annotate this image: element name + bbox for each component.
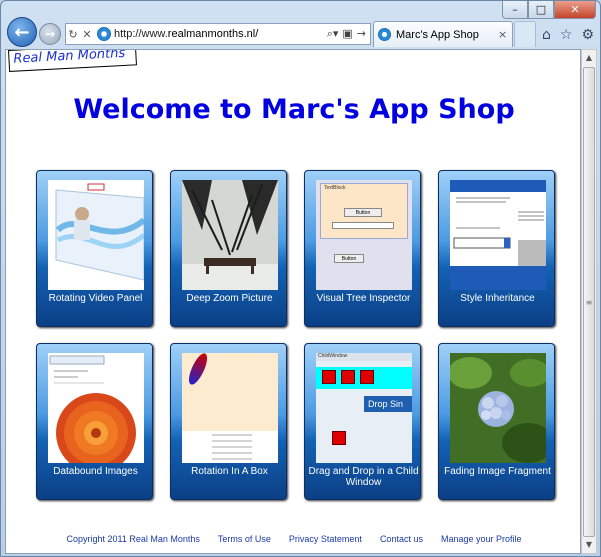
app-thumbnail: ChildWindow Drop Sin xyxy=(316,353,412,463)
app-thumbnail xyxy=(182,353,278,463)
app-label: Rotating Video Panel xyxy=(48,293,143,304)
thumb-button-2: Button xyxy=(334,254,364,263)
app-thumbnail xyxy=(182,180,278,290)
app-label: Visual Tree Inspector xyxy=(316,293,411,304)
app-tile-drag-and-drop-child-window[interactable]: ChildWindow Drop Sin Drag and Drop in a … xyxy=(304,343,421,500)
search-icon[interactable]: ⌕▾ xyxy=(327,27,339,41)
scroll-up-icon[interactable]: ▲ xyxy=(582,50,596,66)
vertical-scrollbar[interactable]: ▲ ≡ ▼ xyxy=(581,49,597,554)
footer-link-contact[interactable]: Contact us xyxy=(380,534,423,544)
back-button[interactable]: ← xyxy=(7,17,37,47)
app-thumbnail xyxy=(450,353,546,463)
refresh-icon[interactable]: ↻ xyxy=(66,28,80,41)
app-thumbnail xyxy=(48,180,144,290)
address-url[interactable]: http://www.realmanmonths.nl/ xyxy=(114,28,327,40)
app-tile-rotation-in-a-box[interactable]: Rotation In A Box xyxy=(170,343,287,500)
tab-marcs-app-shop[interactable]: Marc's App Shop × xyxy=(373,21,513,47)
navigation-bar: ← → ↻ ✕ http://www.realmanmonths.nl/ ⌕▾ … xyxy=(5,15,596,49)
favorites-icon[interactable]: ☆ xyxy=(560,27,573,43)
page-footer: Copyright 2011 Real Man Months Terms of … xyxy=(6,534,580,544)
page-content: Real Man Months Welcome to Marc's App Sh… xyxy=(5,49,581,554)
site-logo[interactable]: Real Man Months xyxy=(8,50,137,72)
thumb-drop-sign: Drop Sin xyxy=(364,396,412,412)
app-tile-visual-tree-inspector[interactable]: TextBlock Button Button Visual Tree Insp… xyxy=(304,170,421,327)
home-icon[interactable]: ⌂ xyxy=(542,27,551,43)
go-icon[interactable]: → xyxy=(357,27,366,41)
compatibility-icon[interactable]: ▣ xyxy=(342,27,352,41)
forward-icon: → xyxy=(44,27,56,41)
scrollbar-thumb[interactable]: ≡ xyxy=(583,67,595,537)
scroll-down-icon[interactable]: ▼ xyxy=(582,537,596,553)
page-title: Welcome to Marc's App Shop xyxy=(73,94,515,125)
app-label: Style Inheritance xyxy=(460,293,535,304)
thumb-child-window: ChildWindow xyxy=(318,353,348,359)
footer-link-terms[interactable]: Terms of Use xyxy=(218,534,271,544)
ie-page-icon xyxy=(97,27,111,41)
app-thumbnail xyxy=(48,353,144,463)
footer-link-profile[interactable]: Manage your Profile xyxy=(441,534,522,544)
url-host: realmanmonths.nl/ xyxy=(167,28,259,40)
footer-link-privacy[interactable]: Privacy Statement xyxy=(289,534,362,544)
app-label: Drag and Drop in a Child Window xyxy=(308,466,419,488)
tools-icon[interactable]: ⚙ xyxy=(581,27,594,43)
app-thumbnail xyxy=(450,180,546,290)
app-tile-fading-image-fragment[interactable]: Fading Image Fragment xyxy=(438,343,555,500)
app-label: Fading Image Fragment xyxy=(444,466,551,477)
app-thumbnail: TextBlock Button Button xyxy=(316,180,412,290)
back-icon: ← xyxy=(14,21,30,43)
app-tile-databound-images[interactable]: Databound Images xyxy=(36,343,153,500)
tab-title: Marc's App Shop xyxy=(396,28,479,41)
url-prefix: http://www. xyxy=(114,28,168,40)
app-label: Databound Images xyxy=(53,466,138,477)
app-tile-rotating-video-panel[interactable]: Rotating Video Panel xyxy=(36,170,153,327)
new-tab-button[interactable] xyxy=(514,21,536,47)
app-tile-deep-zoom-picture[interactable]: Deep Zoom Picture xyxy=(170,170,287,327)
footer-copyright: Copyright 2011 Real Man Months xyxy=(66,534,200,544)
address-bar[interactable]: ↻ ✕ http://www.realmanmonths.nl/ ⌕▾ ▣ → xyxy=(65,23,371,45)
tab-close-icon[interactable]: × xyxy=(498,28,512,41)
thumb-textblock: TextBlock xyxy=(324,185,346,191)
app-label: Rotation In A Box xyxy=(191,466,268,477)
thumb-button-1: Button xyxy=(344,208,382,217)
forward-button[interactable]: → xyxy=(39,23,61,45)
tab-ie-icon xyxy=(378,28,391,41)
stop-icon[interactable]: ✕ xyxy=(80,28,94,41)
app-tile-style-inheritance[interactable]: Style Inheritance xyxy=(438,170,555,327)
browser-window: – □ ✕ ← → ↻ ✕ http://www.realmanmonths.n… xyxy=(0,0,601,557)
app-label: Deep Zoom Picture xyxy=(186,293,273,304)
